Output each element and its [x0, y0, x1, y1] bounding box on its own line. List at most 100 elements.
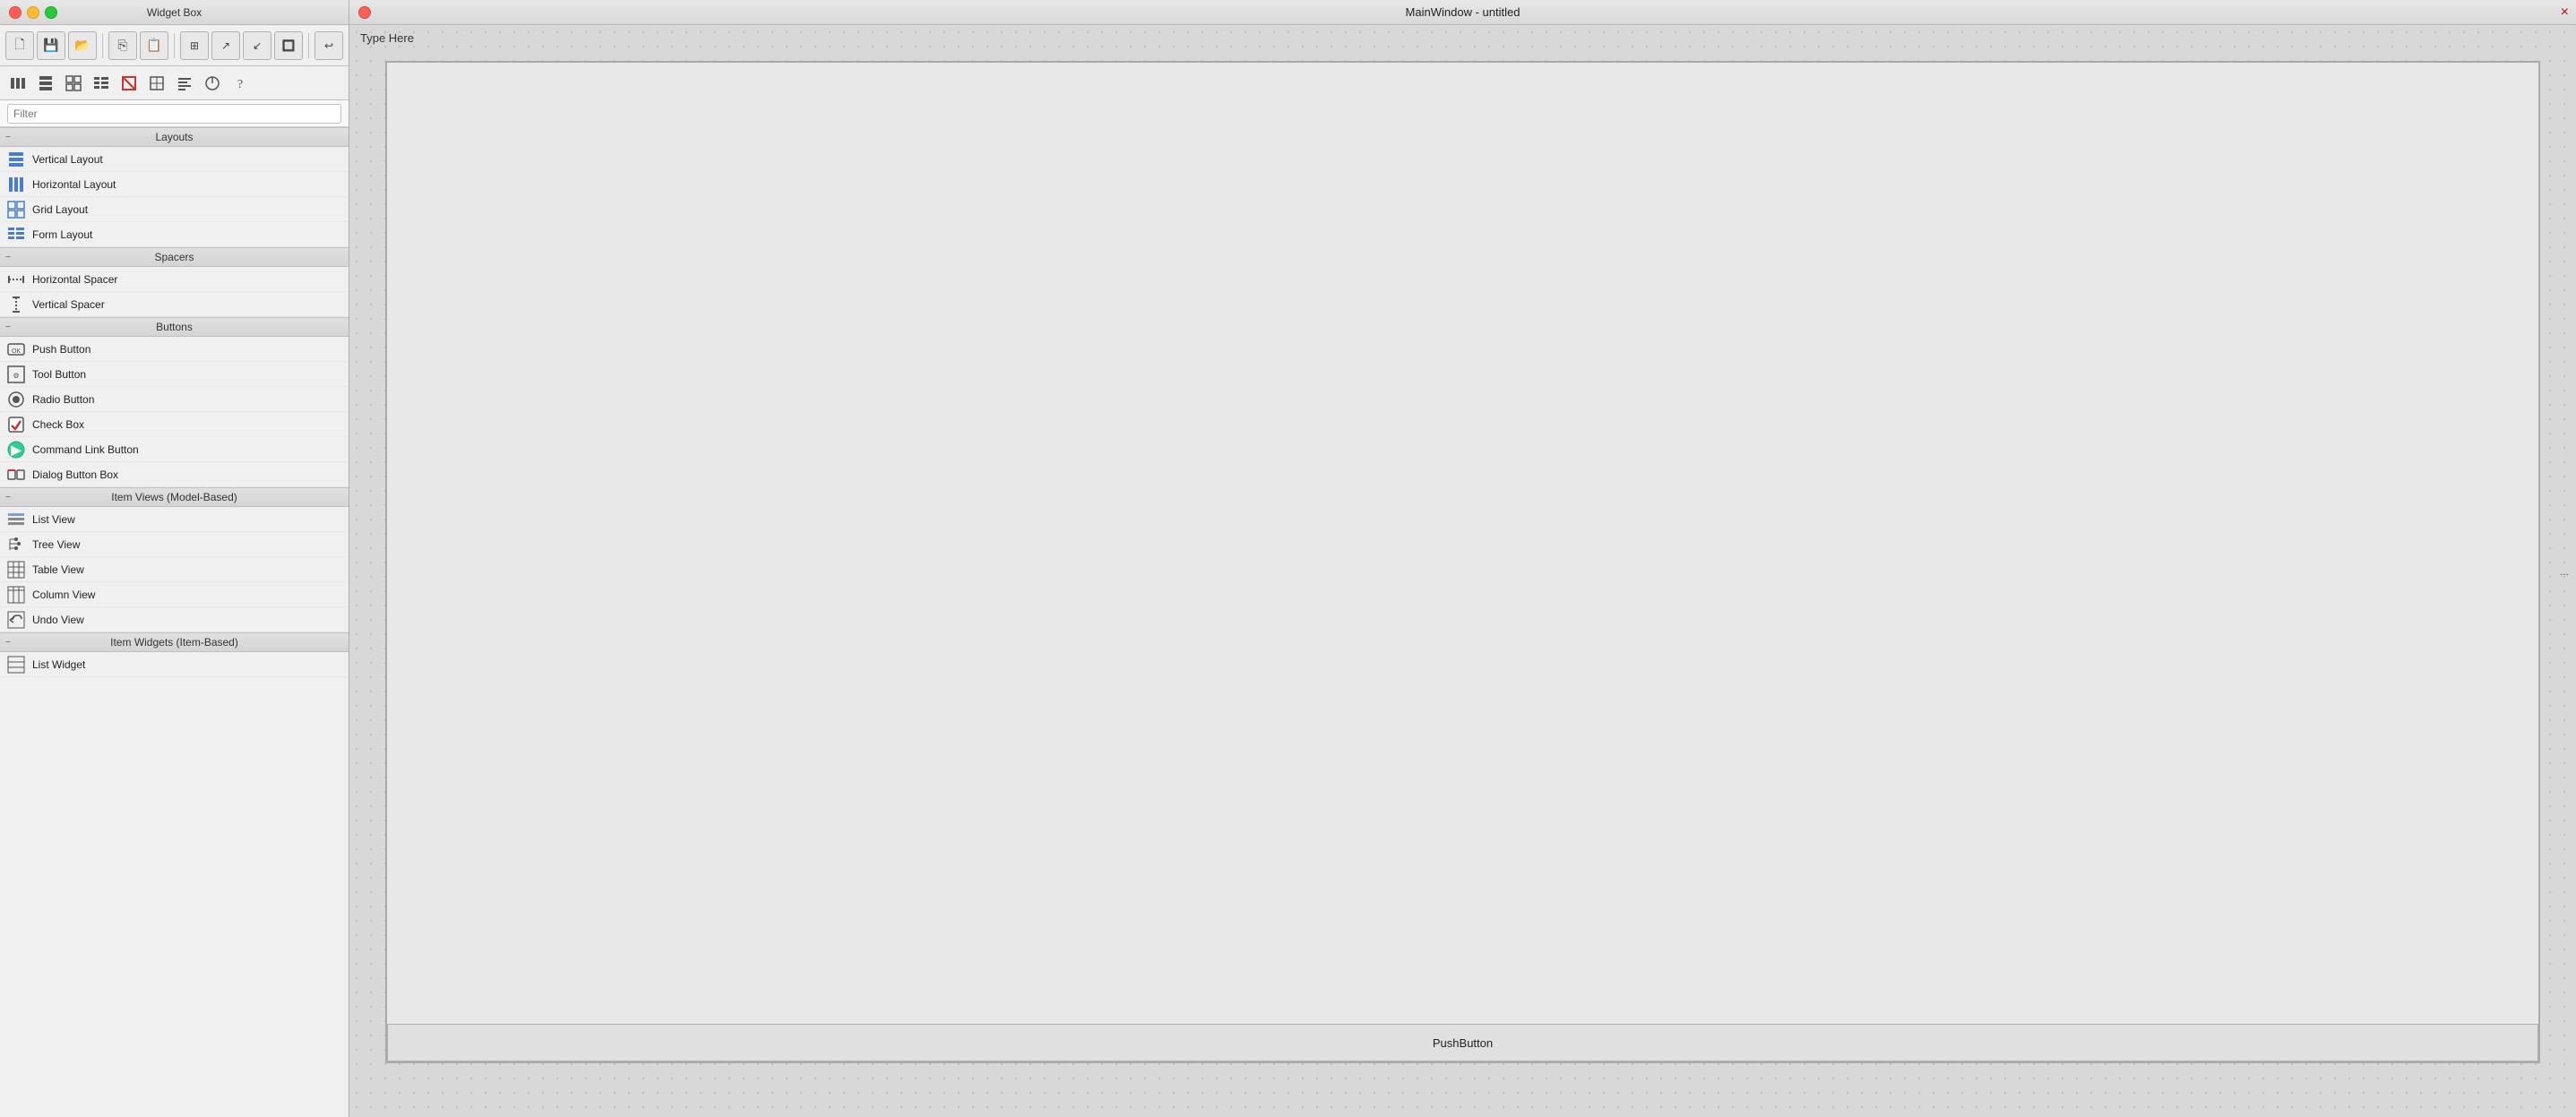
section-header-item-widgets[interactable]: − Item Widgets (Item-Based) [0, 632, 349, 652]
list-widget-label: List Widget [32, 658, 85, 671]
dialog-button-box-label: Dialog Button Box [32, 468, 118, 481]
item-push-button[interactable]: OK Push Button [0, 337, 349, 362]
list-view-label: List View [32, 513, 75, 526]
minimize-btn[interactable] [27, 6, 39, 19]
item-tool-button[interactable]: ⚙ Tool Button [0, 362, 349, 387]
section-buttons-label: Buttons [156, 321, 193, 333]
layout-toolbar: ? [0, 66, 349, 100]
push-button-icon: OK [7, 340, 25, 358]
close-btn[interactable] [9, 6, 22, 19]
section-item-views-label: Item Views (Model-Based) [111, 491, 237, 503]
filter-input[interactable] [7, 104, 341, 124]
svg-text:▶: ▶ [11, 443, 22, 457]
item-radio-button[interactable]: Radio Button [0, 387, 349, 412]
form-layout-label: Form Layout [32, 228, 92, 241]
signal-button[interactable]: ↗ [211, 31, 240, 60]
break-layout-btn[interactable] [116, 71, 142, 96]
tree-view-label: Tree View [32, 538, 80, 551]
grid-layout-label: Grid Layout [32, 203, 88, 216]
type-here-menu-item[interactable]: Type Here [349, 30, 425, 47]
radio-button-label: Radio Button [32, 393, 94, 406]
adjust-size-btn[interactable] [144, 71, 169, 96]
widget-editor-button[interactable]: ⊞ [180, 31, 209, 60]
column-view-label: Column View [32, 589, 95, 601]
item-table-view[interactable]: Table View [0, 557, 349, 582]
main-widget-area[interactable]: PushButton [385, 61, 2540, 1063]
svg-text:OK: OK [12, 348, 21, 355]
list-widget-icon [7, 656, 25, 674]
item-column-view[interactable]: Column View [0, 582, 349, 607]
filter-bar [0, 100, 349, 127]
main-toolbar: 🗋 💾 📂 ⎘ 📋 ⊞ ↗ ↙ 🔲 ↩ [0, 25, 349, 66]
section-spacers-label: Spacers [154, 251, 194, 263]
item-check-box[interactable]: Check Box [0, 412, 349, 437]
menubar: Type Here [349, 25, 2576, 50]
toolbar-sep2 [174, 33, 175, 58]
command-link-button-icon: ▶ [7, 441, 25, 459]
widget-box-titlebar: Widget Box [0, 0, 349, 25]
maximize-btn[interactable] [45, 6, 57, 19]
item-dialog-button-box[interactable]: Dialog Button Box [0, 462, 349, 487]
item-list-widget[interactable]: List Widget [0, 652, 349, 677]
tool-button-icon: ⚙ [7, 365, 25, 383]
action-editor-button[interactable]: ↙ [243, 31, 271, 60]
toolbar-sep1 [102, 33, 103, 58]
resource-editor-button[interactable]: 🔲 [274, 31, 303, 60]
section-header-item-views[interactable]: − Item Views (Model-Based) [0, 487, 349, 507]
new-button[interactable]: 🗋 [5, 31, 34, 60]
main-window: MainWindow - untitled × Type Here PushBu… [349, 0, 2576, 1117]
preview-btn[interactable] [200, 71, 225, 96]
widget-box-title: Widget Box [147, 6, 202, 19]
item-horizontal-layout[interactable]: Horizontal Layout [0, 172, 349, 197]
grid-layout-icon [7, 201, 25, 219]
item-undo-view[interactable]: Undo View [0, 607, 349, 632]
item-horizontal-spacer[interactable]: Horizontal Spacer [0, 267, 349, 292]
item-command-link-button[interactable]: ▶ Command Link Button [0, 437, 349, 462]
design-area[interactable]: Type Here PushButton ... [349, 25, 2576, 1117]
section-header-buttons[interactable]: − Buttons [0, 317, 349, 337]
item-vertical-layout[interactable]: Vertical Layout [0, 147, 349, 172]
main-close-icon[interactable]: × [2561, 4, 2569, 21]
horizontal-spacer-icon [7, 271, 25, 288]
pushbutton-widget[interactable]: PushButton [387, 1024, 2538, 1061]
paste-button[interactable]: 📋 [140, 31, 168, 60]
push-button-label: Push Button [32, 343, 90, 356]
horizontal-spacer-label: Horizontal Spacer [32, 273, 117, 286]
section-item-widgets-label: Item Widgets (Item-Based) [110, 636, 238, 649]
form-layout-btn[interactable] [89, 71, 114, 96]
horizontal-layout-btn[interactable] [5, 71, 30, 96]
dialog-button-box-icon [7, 466, 25, 484]
list-view-icon [7, 511, 25, 528]
save-button[interactable]: 💾 [37, 31, 65, 60]
collapse-buttons-icon: − [5, 322, 11, 332]
widget-list: − Layouts Vertical Layout Hori [0, 127, 349, 1117]
help-btn[interactable]: ? [228, 71, 253, 96]
grid-layout-btn[interactable] [61, 71, 86, 96]
copy-button[interactable]: ⎘ [108, 31, 137, 60]
horizontal-layout-icon [7, 176, 25, 193]
item-tree-view[interactable]: Tree View [0, 532, 349, 557]
item-list-view[interactable]: List View [0, 507, 349, 532]
horizontal-layout-label: Horizontal Layout [32, 178, 116, 191]
item-grid-layout[interactable]: Grid Layout [0, 197, 349, 222]
item-form-layout[interactable]: Form Layout [0, 222, 349, 247]
collapse-layouts-icon: − [5, 133, 11, 142]
command-link-button-label: Command Link Button [32, 443, 139, 456]
widget-box: Widget Box 🗋 💾 📂 ⎘ 📋 ⊞ ↗ ↙ 🔲 ↩ [0, 0, 349, 1117]
main-traffic-lights [358, 6, 371, 19]
main-close-btn[interactable] [358, 6, 371, 19]
vertical-layout-btn[interactable] [33, 71, 58, 96]
vertical-layout-label: Vertical Layout [32, 153, 103, 166]
vertical-spacer-icon [7, 296, 25, 314]
open-button[interactable]: 📂 [68, 31, 97, 60]
tree-view-icon [7, 536, 25, 554]
collapse-item-views-icon: − [5, 493, 11, 503]
vertical-spacer-label: Vertical Spacer [32, 298, 105, 311]
undo-view-label: Undo View [32, 614, 84, 626]
align-left-btn[interactable] [172, 71, 197, 96]
item-vertical-spacer[interactable]: Vertical Spacer [0, 292, 349, 317]
undo-button[interactable]: ↩ [314, 31, 343, 60]
section-header-layouts[interactable]: − Layouts [0, 127, 349, 147]
section-header-spacers[interactable]: − Spacers [0, 247, 349, 267]
table-view-icon [7, 561, 25, 579]
